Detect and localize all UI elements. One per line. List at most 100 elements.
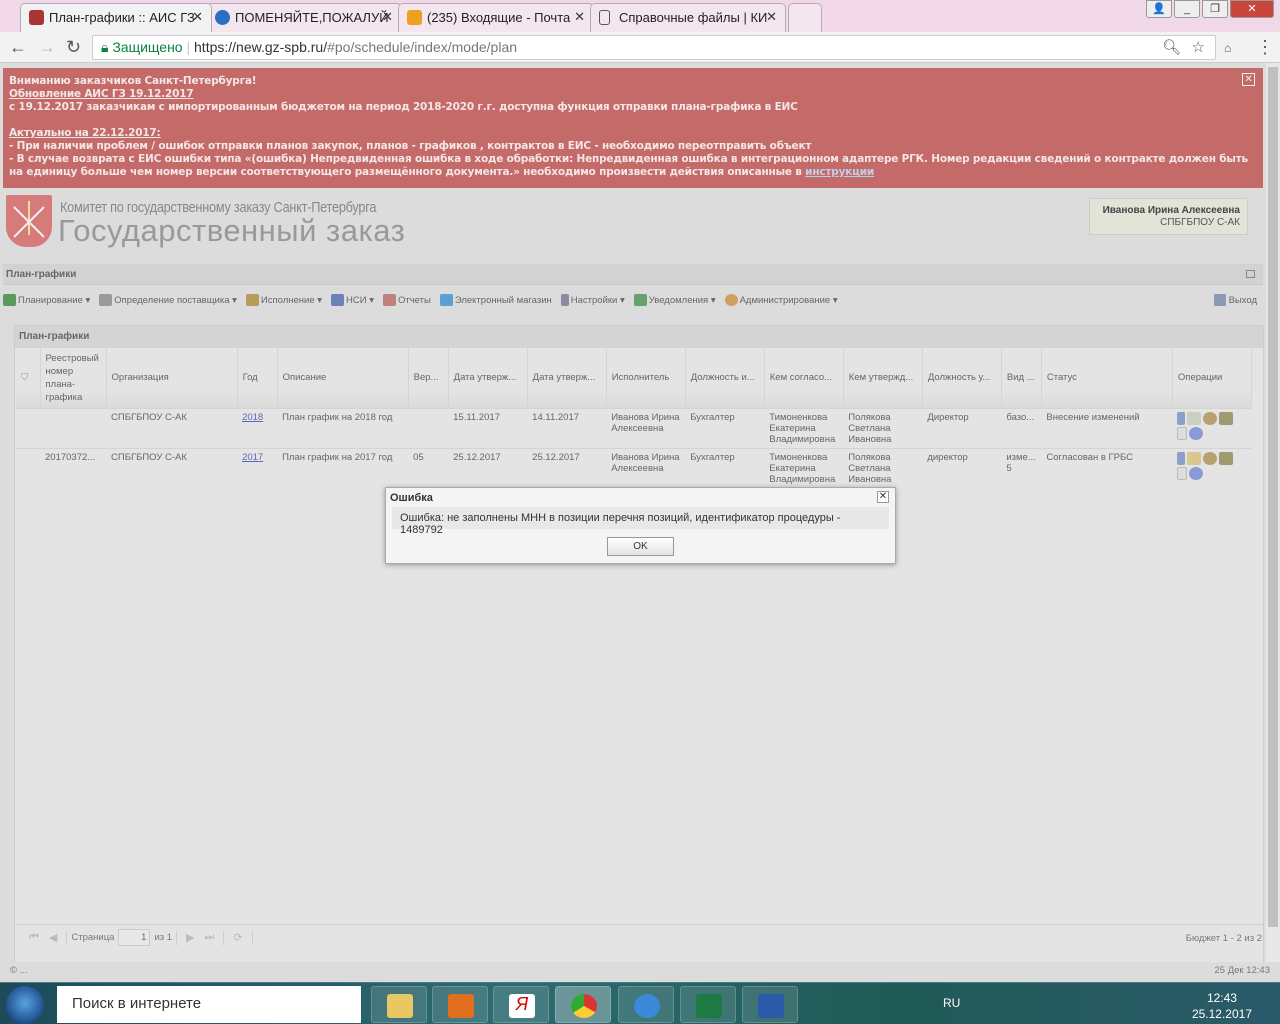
forward-icon[interactable]: → (38, 37, 56, 58)
menu-supplier[interactable]: Определение поставщика ▾ (99, 294, 237, 306)
ie-taskbar-button[interactable] (618, 986, 674, 1023)
nsi-icon (331, 294, 345, 306)
panel-header: План-графики (3, 264, 1263, 285)
instructions-link[interactable]: инструкции (805, 166, 874, 178)
next-page-icon[interactable]: ▶ (186, 931, 194, 944)
close-tab-icon[interactable]: ✕ (192, 9, 203, 25)
col-description[interactable]: Описание (277, 348, 409, 408)
browser-tab-strip: План-графики :: АИС ГЗ ✕ ПОМЕНЯЙТЕ,ПОЖАЛУ… (0, 0, 1280, 32)
year-link[interactable]: 2018 (242, 412, 263, 423)
table-row[interactable]: СПБГБПОУ С-АК 2018 План график на 2018 г… (16, 407, 1252, 448)
col-executor[interactable]: Исполнитель (606, 348, 686, 408)
tab-mail[interactable]: (235) Входящие - Почта ✕ (398, 3, 594, 32)
menu-shop[interactable]: Электронный магазин (439, 294, 552, 306)
col-type[interactable]: Вид ... (1001, 348, 1042, 408)
ok-button[interactable]: OK (607, 537, 674, 556)
col-agreed-by[interactable]: Кем согласо... (764, 348, 844, 408)
reload-icon[interactable]: ↻ (66, 37, 81, 58)
col-registry-number[interactable]: Реестровый номер плана-графика (40, 348, 107, 408)
col-approval-date-1[interactable]: Дата утверж... (448, 348, 528, 408)
menu-reports[interactable]: Отчеты (382, 294, 431, 306)
plan-grid-panel: План-графики ⛉ Реестровый номер плана-гр… (14, 325, 1264, 962)
document-check-icon[interactable] (1187, 411, 1202, 425)
close-tab-icon[interactable]: ✕ (766, 9, 777, 25)
menu-admin[interactable]: Администрирование ▾ (724, 294, 838, 306)
user-icon[interactable]: 👤 (1146, 0, 1172, 18)
maximize-button[interactable]: ❐ (1202, 0, 1228, 18)
close-dialog-icon[interactable]: ✕ (877, 491, 889, 503)
document-icon[interactable] (1177, 426, 1188, 440)
refresh-icon[interactable]: ⟳ (233, 931, 242, 944)
table-row[interactable]: 20170372... СПБГБПОУ С-АК 2017 План граф… (16, 447, 1252, 488)
new-tab-button[interactable] (788, 3, 822, 32)
col-approver-position[interactable]: Должность у... (922, 348, 1002, 408)
info-icon[interactable] (1189, 426, 1204, 440)
execution-icon (245, 294, 259, 306)
col-organization[interactable]: Организация (106, 348, 238, 408)
col-operations[interactable]: Операции (1172, 348, 1253, 408)
tab-plan-graphics[interactable]: План-графики :: АИС ГЗ ✕ (20, 3, 212, 32)
back-icon[interactable]: ← (9, 37, 27, 58)
menu-icon[interactable]: ⋮ (1256, 37, 1274, 58)
menu-notifications[interactable]: Уведомления ▾ (633, 294, 716, 306)
col-status[interactable]: Статус (1041, 348, 1173, 408)
edit-icon[interactable] (1177, 411, 1186, 425)
menu-planning[interactable]: Планирование ▾ (3, 294, 90, 306)
year-link[interactable]: 2017 (242, 452, 263, 463)
col-approved-by[interactable]: Кем утвержд... (843, 348, 923, 408)
language-indicator[interactable]: RU (943, 996, 960, 1010)
extension-icon[interactable]: ⌂ (1224, 41, 1231, 55)
info-icon[interactable] (1189, 466, 1204, 480)
chrome-taskbar-button[interactable] (555, 986, 611, 1023)
settings-icon (560, 294, 569, 306)
mail-icon (407, 10, 422, 25)
edit-icon[interactable] (1177, 451, 1186, 465)
yandex-taskbar-button[interactable]: Я (493, 986, 549, 1023)
col-year[interactable]: Год (237, 348, 278, 408)
first-page-icon[interactable]: ⏮ (29, 931, 39, 944)
media-player-taskbar-button[interactable] (432, 986, 488, 1023)
emblem-icon[interactable] (1203, 411, 1218, 425)
menu-settings[interactable]: Настройки ▾ (560, 294, 625, 306)
excel-taskbar-button[interactable] (680, 986, 736, 1023)
document-edit-icon[interactable] (1187, 451, 1202, 465)
clock[interactable]: 12:43 25.12.2017 (1192, 990, 1252, 1022)
close-tab-icon[interactable]: ✕ (382, 9, 393, 25)
zoom-search-icon[interactable]: 🔍︎ (1162, 36, 1181, 59)
tab-help-files[interactable]: Справочные файлы | КИ ✕ (590, 3, 786, 32)
taskbar: Поиск в интернете Я RU 12:43 25.12.2017 (0, 982, 1280, 1024)
menu-nsi[interactable]: НСИ ▾ (331, 294, 374, 306)
close-tab-icon[interactable]: ✕ (574, 9, 585, 25)
collapse-icon[interactable] (1246, 270, 1255, 278)
word-taskbar-button[interactable] (742, 986, 798, 1023)
url-input[interactable]: 🔒︎ Защищено | https://new.gz-spb.ru/#po/… (92, 35, 1216, 60)
binoculars-icon[interactable] (1219, 411, 1234, 425)
minimize-button[interactable]: _ (1174, 0, 1200, 18)
vertical-scrollbar[interactable] (1266, 63, 1280, 962)
close-window-button[interactable]: ✕ (1230, 0, 1274, 18)
menu-execution[interactable]: Исполнение ▾ (245, 294, 322, 306)
reports-icon (382, 294, 396, 306)
exit-button[interactable]: Выход (1213, 294, 1257, 306)
column-filter-icon[interactable]: ⛉ (16, 348, 41, 408)
tab-change-please[interactable]: ПОМЕНЯЙТЕ,ПОЖАЛУЙ ✕ (206, 3, 402, 32)
last-page-icon[interactable]: ⏭ (205, 931, 215, 944)
page-icon (599, 10, 610, 25)
document-icon[interactable] (1177, 466, 1188, 480)
prev-page-icon[interactable]: ◀ (49, 931, 57, 944)
close-banner-icon[interactable]: ✕ (1242, 73, 1255, 86)
web-search-box[interactable]: Поиск в интернете (57, 986, 361, 1023)
bookmark-star-icon[interactable]: ☆ (1192, 36, 1205, 59)
tools-icon (29, 10, 44, 25)
col-executor-position[interactable]: Должность и... (685, 348, 765, 408)
binoculars-icon[interactable] (1219, 451, 1234, 465)
admin-icon (724, 294, 738, 306)
grid-title: План-графики (15, 326, 1263, 348)
emblem-icon[interactable] (1203, 451, 1218, 465)
user-info[interactable]: Иванова Ирина Алексеевна СПБГБПОУ С-АК (1089, 198, 1248, 235)
page-number-input[interactable] (118, 929, 151, 946)
explorer-taskbar-button[interactable] (371, 986, 427, 1023)
start-button[interactable] (6, 986, 44, 1024)
col-approval-date-2[interactable]: Дата утверж... (527, 348, 607, 408)
col-version[interactable]: Вер... (408, 348, 449, 408)
